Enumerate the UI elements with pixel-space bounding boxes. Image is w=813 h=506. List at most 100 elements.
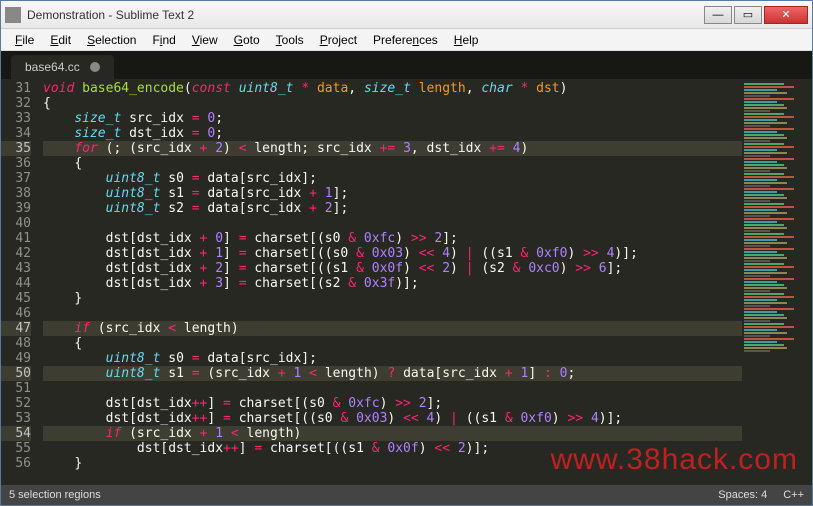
line-number[interactable]: 38 [1, 186, 31, 201]
tab-base64[interactable]: base64.cc [11, 55, 114, 79]
line-number[interactable]: 39 [1, 201, 31, 216]
line-number[interactable]: 49 [1, 351, 31, 366]
menu-view[interactable]: View [184, 31, 226, 49]
line-number[interactable]: 35 [1, 141, 31, 156]
minimap-line [744, 155, 770, 157]
line-number[interactable]: 43 [1, 261, 31, 276]
status-lang[interactable]: C++ [783, 489, 804, 501]
code-line[interactable]: size_t src_idx = 0; [43, 111, 742, 126]
menu-selection[interactable]: Selection [79, 31, 144, 49]
menu-edit[interactable]: Edit [42, 31, 79, 49]
code-line[interactable] [43, 216, 742, 231]
code-line[interactable]: dst[dst_idx++] = charset[((s0 & 0x03) <<… [43, 411, 742, 426]
line-number[interactable]: 52 [1, 396, 31, 411]
code-line[interactable]: uint8_t s2 = data[src_idx + 2]; [43, 201, 742, 216]
minimap-line [744, 182, 787, 184]
minimap-line [744, 185, 770, 187]
menu-goto[interactable]: Goto [226, 31, 268, 49]
code-line[interactable]: dst[dst_idx++] = charset[((s1 & 0x0f) <<… [43, 441, 742, 456]
minimap-line [744, 125, 770, 127]
line-number[interactable]: 36 [1, 156, 31, 171]
code-line[interactable]: { [43, 96, 742, 111]
minimap-line [744, 188, 794, 190]
minimap-line [744, 341, 777, 343]
code-line[interactable]: uint8_t s1 = (src_idx + 1 < length) ? da… [43, 366, 742, 381]
minimap-line [744, 332, 787, 334]
code-line[interactable]: { [43, 336, 742, 351]
menu-file[interactable]: File [7, 31, 42, 49]
line-number[interactable]: 42 [1, 246, 31, 261]
menu-tools[interactable]: Tools [268, 31, 312, 49]
status-spaces[interactable]: Spaces: 4 [718, 489, 767, 501]
minimap-line [744, 302, 787, 304]
line-number[interactable]: 45 [1, 291, 31, 306]
code-line[interactable]: dst[dst_idx + 3] = charset[(s2 & 0x3f)]; [43, 276, 742, 291]
minimap-line [744, 323, 784, 325]
line-number[interactable]: 53 [1, 411, 31, 426]
code-line[interactable]: } [43, 291, 742, 306]
close-button[interactable]: ✕ [764, 6, 808, 24]
code-line[interactable]: } [43, 456, 742, 471]
line-number[interactable]: 41 [1, 231, 31, 246]
app-window: Demonstration - Sublime Text 2 — ▭ ✕ Fil… [0, 0, 813, 506]
line-number[interactable]: 50 [1, 366, 31, 381]
minimap-line [744, 272, 787, 274]
code-line[interactable]: dst[dst_idx++] = charset[(s0 & 0xfc) >> … [43, 396, 742, 411]
line-number[interactable]: 55 [1, 441, 31, 456]
code-line[interactable]: uint8_t s0 = data[src_idx]; [43, 171, 742, 186]
menu-project[interactable]: Project [312, 31, 365, 49]
code-editor[interactable]: void base64_encode(const uint8_t * data,… [37, 79, 742, 485]
minimap[interactable] [742, 79, 812, 485]
code-line[interactable]: dst[dst_idx + 1] = charset[((s0 & 0x03) … [43, 246, 742, 261]
minimap-line [744, 248, 794, 250]
minimap-line [744, 296, 794, 298]
titlebar[interactable]: Demonstration - Sublime Text 2 — ▭ ✕ [1, 1, 812, 29]
line-number[interactable]: 34 [1, 126, 31, 141]
minimap-line [744, 191, 777, 193]
menu-preferences[interactable]: Preferences [365, 31, 446, 49]
statusbar: 5 selection regions Spaces: 4 C++ [1, 485, 812, 505]
minimap-line [744, 110, 770, 112]
minimap-line [744, 311, 777, 313]
line-number[interactable]: 51 [1, 381, 31, 396]
line-number[interactable]: 40 [1, 216, 31, 231]
minimize-button[interactable]: — [704, 6, 732, 24]
tab-label: base64.cc [25, 60, 80, 74]
minimap-line [744, 281, 777, 283]
minimap-line [744, 89, 777, 91]
code-line[interactable]: for (; (src_idx + 2) < length; src_idx +… [43, 141, 742, 156]
line-number[interactable]: 56 [1, 456, 31, 471]
minimap-line [744, 119, 777, 121]
code-line[interactable]: dst[dst_idx + 0] = charset[(s0 & 0xfc) >… [43, 231, 742, 246]
minimap-line [744, 266, 794, 268]
line-number[interactable]: 33 [1, 111, 31, 126]
minimap-line [744, 236, 794, 238]
line-number[interactable]: 44 [1, 276, 31, 291]
code-line[interactable] [43, 381, 742, 396]
code-line[interactable] [43, 306, 742, 321]
maximize-button[interactable]: ▭ [734, 6, 762, 24]
minimap-line [744, 95, 770, 97]
code-line[interactable]: { [43, 156, 742, 171]
code-line[interactable]: size_t dst_idx = 0; [43, 126, 742, 141]
line-number[interactable]: 31 [1, 81, 31, 96]
minimap-line [744, 299, 777, 301]
line-number[interactable]: 47 [1, 321, 31, 336]
line-number[interactable]: 32 [1, 96, 31, 111]
minimap-line [744, 98, 794, 100]
minimap-line [744, 206, 794, 208]
menu-help[interactable]: Help [446, 31, 487, 49]
menu-find[interactable]: Find [144, 31, 183, 49]
code-line[interactable]: dst[dst_idx + 2] = charset[((s1 & 0x0f) … [43, 261, 742, 276]
code-line[interactable]: uint8_t s0 = data[src_idx]; [43, 351, 742, 366]
code-line[interactable]: if (src_idx + 1 < length) [43, 426, 742, 441]
code-line[interactable]: uint8_t s1 = data[src_idx + 1]; [43, 186, 742, 201]
code-line[interactable]: if (src_idx < length) [43, 321, 742, 336]
minimap-line [744, 233, 784, 235]
line-number[interactable]: 48 [1, 336, 31, 351]
line-number[interactable]: 46 [1, 306, 31, 321]
code-line[interactable]: void base64_encode(const uint8_t * data,… [43, 81, 742, 96]
line-number[interactable]: 37 [1, 171, 31, 186]
line-number[interactable]: 54 [1, 426, 31, 441]
minimap-line [744, 245, 770, 247]
